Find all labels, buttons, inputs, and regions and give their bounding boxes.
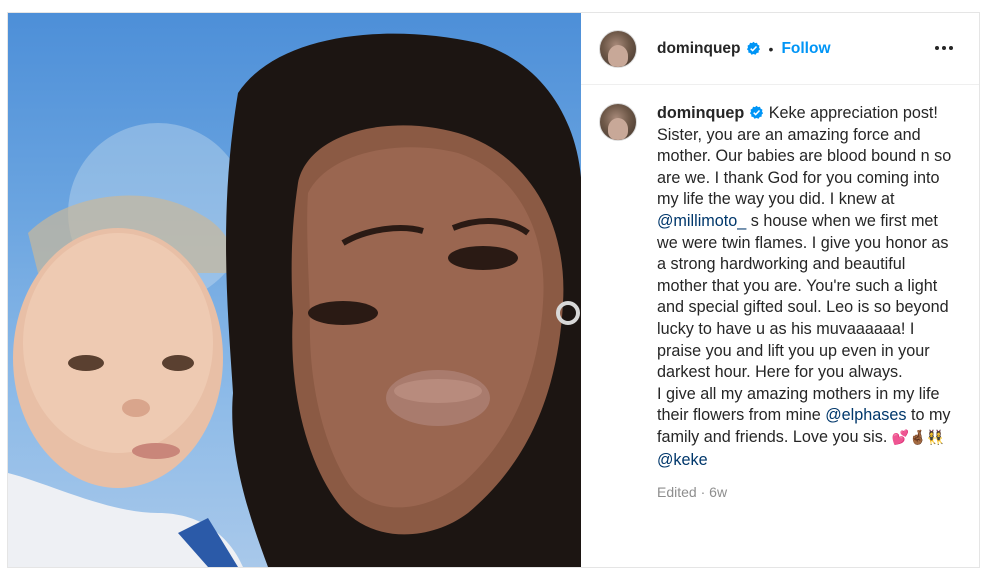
caption-username[interactable]: dominquep	[657, 104, 744, 122]
post-photo[interactable]	[8, 13, 581, 567]
verified-badge-icon	[750, 105, 764, 119]
post-side-panel: dominquep • Follow dominquep Keke apprec…	[581, 13, 979, 567]
follow-button[interactable]: Follow	[781, 40, 830, 58]
mention-link[interactable]: @keke	[657, 451, 708, 469]
caption-avatar[interactable]	[599, 103, 637, 141]
post-dialog: dominquep • Follow dominquep Keke apprec…	[7, 12, 980, 568]
mention-link[interactable]: @millimoto_	[657, 212, 746, 230]
selfie-illustration	[8, 33, 581, 567]
more-options-icon[interactable]	[935, 39, 957, 57]
caption-body-2: s house when we first met we were twin f…	[657, 211, 949, 382]
post-meta: Edited · 6w	[657, 482, 957, 504]
post-time[interactable]: 6w	[709, 484, 727, 500]
meta-separator: ·	[696, 484, 710, 501]
post-header: dominquep • Follow	[581, 13, 979, 85]
header-username[interactable]: dominquep	[657, 40, 741, 58]
edited-label: Edited	[657, 484, 697, 501]
caption-text: dominquep Keke appreciation post! Sister…	[657, 103, 957, 504]
mention-link[interactable]: @elphases	[825, 406, 906, 424]
header-separator: •	[768, 40, 774, 57]
verified-badge-icon	[746, 41, 760, 55]
caption-section: dominquep Keke appreciation post! Sister…	[581, 85, 979, 504]
caption-emojis: 💕🤞🏾👯‍♀️	[891, 429, 945, 446]
avatar[interactable]	[599, 29, 637, 68]
